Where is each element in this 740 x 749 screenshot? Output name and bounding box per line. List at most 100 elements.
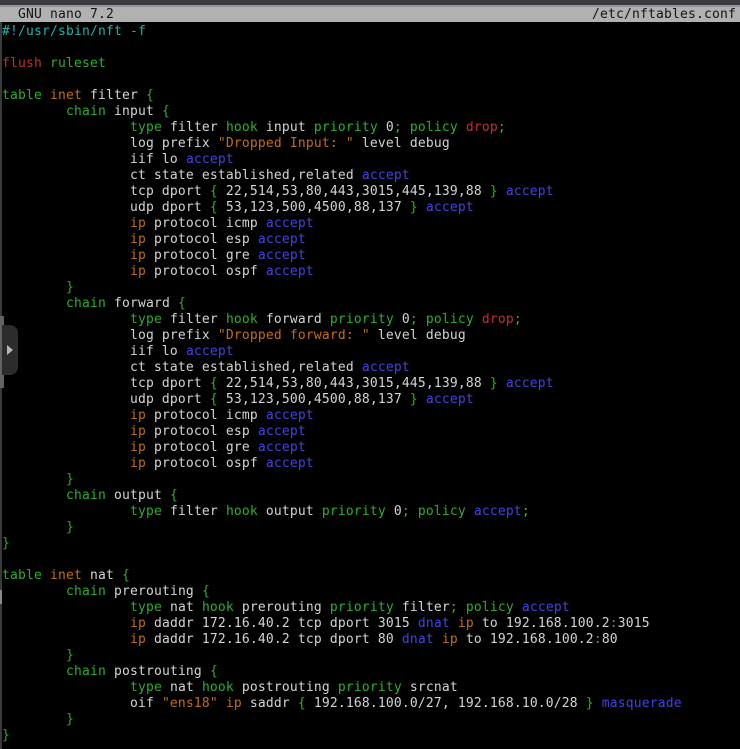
token: protocol ospf xyxy=(146,456,266,471)
token xyxy=(410,504,418,519)
token: accept xyxy=(474,504,522,519)
token: nat xyxy=(82,568,122,583)
code-line: ip daddr 172.16.40.2 tcp dport 80 dnat i… xyxy=(2,632,740,648)
token xyxy=(594,696,602,711)
token: filter xyxy=(162,312,226,327)
code-line xyxy=(2,552,740,568)
side-panel-handle[interactable] xyxy=(2,325,18,375)
token: 80 xyxy=(602,632,618,647)
code-line: tcp dport { 22,514,53,80,443,3015,445,13… xyxy=(2,376,740,392)
token xyxy=(434,632,442,647)
token: protocol icmp xyxy=(146,408,266,423)
token: policy xyxy=(410,120,458,135)
token: dnat xyxy=(402,632,434,647)
token: ; xyxy=(402,504,410,519)
token xyxy=(418,392,426,407)
token xyxy=(2,472,66,487)
token xyxy=(2,408,130,423)
token: forward xyxy=(106,296,178,311)
token: } xyxy=(410,392,418,407)
code-line: ip protocol ospf accept xyxy=(2,264,740,280)
code-line: ct state established,related accept xyxy=(2,360,740,376)
token: to 192.168.100.2 xyxy=(458,632,594,647)
code-line: ip protocol ospf accept xyxy=(2,456,740,472)
token: daddr 172.16.40.2 tcp dport 3015 xyxy=(146,616,418,631)
token xyxy=(2,104,66,119)
token: ; xyxy=(514,312,522,327)
token: ; xyxy=(410,312,418,327)
token: nat xyxy=(162,680,202,695)
token: { xyxy=(210,664,218,679)
token: ; xyxy=(522,504,530,519)
token: ip xyxy=(130,440,146,455)
token xyxy=(418,200,426,215)
token: ip xyxy=(130,456,146,471)
token: 192.168.100.0/27, 192.168.10.0/28 xyxy=(306,696,586,711)
token xyxy=(2,520,66,535)
token: ip xyxy=(458,616,474,631)
token: ; xyxy=(498,120,506,135)
token: accept xyxy=(362,360,410,375)
code-line: } xyxy=(2,520,740,536)
code-line xyxy=(2,72,740,88)
token: { xyxy=(202,584,210,599)
app-title: GNU nano 7.2 xyxy=(0,7,114,22)
code-line: table inet nat { xyxy=(2,568,740,584)
token: priority xyxy=(330,312,394,327)
token: { xyxy=(298,696,306,711)
code-line: chain output { xyxy=(2,488,740,504)
nano-edit-area[interactable]: #!/usr/sbin/nft -fflush rulesettable ine… xyxy=(0,22,740,749)
code-line: chain forward { xyxy=(2,296,740,312)
token: 53,123,500,4500,88,137 xyxy=(218,392,410,407)
token xyxy=(42,88,50,103)
token: to 192.168.100.2 xyxy=(474,616,610,631)
code-line: } xyxy=(2,712,740,728)
token: type xyxy=(130,600,162,615)
token: 53,123,500,4500,88,137 xyxy=(218,200,410,215)
token: priority xyxy=(322,504,386,519)
token: postrouting xyxy=(106,664,210,679)
token xyxy=(498,376,506,391)
token: ct state established,related xyxy=(2,360,362,375)
token: output xyxy=(106,488,170,503)
code-line: ip protocol gre accept xyxy=(2,440,740,456)
token: input xyxy=(106,104,162,119)
token: input xyxy=(258,120,314,135)
token: iif lo xyxy=(2,344,186,359)
token: chain xyxy=(66,296,106,311)
token: "Dropped Input: " xyxy=(218,136,354,151)
token: } xyxy=(2,536,10,551)
code-line: chain postrouting { xyxy=(2,664,740,680)
token: { xyxy=(146,88,154,103)
token: ct state established,related xyxy=(2,168,362,183)
token: filter xyxy=(162,504,226,519)
token: policy xyxy=(418,504,466,519)
token xyxy=(2,120,130,135)
code-line: type nat hook prerouting priority filter… xyxy=(2,600,740,616)
token: 0 xyxy=(378,120,394,135)
code-line: ip protocol esp accept xyxy=(2,424,740,440)
token xyxy=(2,264,130,279)
token: ip xyxy=(130,616,146,631)
code-line: log prefix "Dropped Input: " level debug xyxy=(2,136,740,152)
token xyxy=(2,632,130,647)
token: protocol gre xyxy=(146,248,258,263)
token: accept xyxy=(522,600,570,615)
token: type xyxy=(130,680,162,695)
token xyxy=(498,184,506,199)
token: hook xyxy=(226,312,258,327)
token: priority xyxy=(338,680,402,695)
token: } xyxy=(66,648,74,663)
code-line: chain prerouting { xyxy=(2,584,740,600)
token: policy xyxy=(426,312,474,327)
code-line: } xyxy=(2,648,740,664)
token: table xyxy=(2,568,42,583)
token: { xyxy=(170,488,178,503)
token: filter xyxy=(394,600,450,615)
token: } xyxy=(2,728,10,743)
token: priority xyxy=(314,120,378,135)
token: ip xyxy=(130,632,146,647)
code-line: type filter hook forward priority 0; pol… xyxy=(2,312,740,328)
code-line: type filter hook output priority 0; poli… xyxy=(2,504,740,520)
token xyxy=(42,56,50,71)
